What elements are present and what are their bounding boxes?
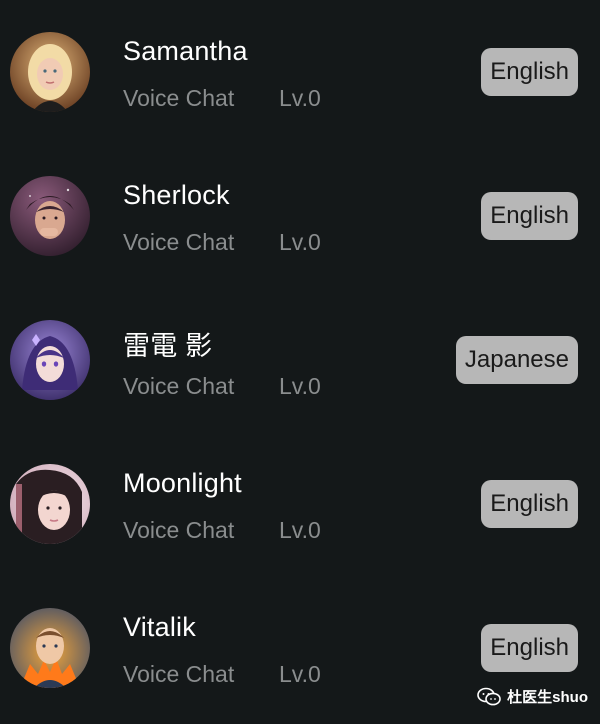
language-badge[interactable]: English (481, 624, 578, 672)
language-badge[interactable]: English (481, 48, 578, 96)
contact-name: 雷電 影 (123, 331, 213, 361)
language-badge[interactable]: Japanese (455, 336, 578, 384)
contact-level: Lv.0 (279, 661, 321, 687)
avatar-raiden-ei-icon (10, 320, 90, 400)
watermark: 杜医生shuo (477, 686, 588, 707)
contact-name: Sherlock (123, 180, 230, 210)
avatar-moonlight-icon (10, 464, 90, 544)
wechat-icon (477, 687, 501, 707)
contact-row-raiden-ei[interactable]: 雷電 影 Voice Chat Lv.0 Japanese (0, 288, 600, 432)
contact-name: Samantha (123, 36, 248, 66)
contact-list: Samantha Voice Chat Lv.0 English Sherloc… (0, 0, 600, 720)
language-badge[interactable]: English (481, 480, 578, 528)
contact-mode: Voice Chat (123, 229, 235, 255)
contact-level: Lv.0 (279, 229, 321, 255)
contact-mode: Voice Chat (123, 517, 235, 543)
watermark-text: 杜医生shuo (507, 689, 588, 706)
avatar-sherlock-icon (10, 176, 90, 256)
contact-row-samantha[interactable]: Samantha Voice Chat Lv.0 English (0, 0, 600, 144)
contact-row-moonlight[interactable]: Moonlight Voice Chat Lv.0 English (0, 432, 600, 576)
contact-mode: Voice Chat (123, 85, 235, 111)
contact-level: Lv.0 (279, 85, 321, 111)
contact-mode: Voice Chat (123, 661, 235, 687)
avatar-samantha-icon (10, 32, 90, 112)
contact-mode: Voice Chat (123, 373, 235, 399)
contact-level: Lv.0 (279, 373, 321, 399)
contact-name: Moonlight (123, 468, 242, 498)
contact-name: Vitalik (123, 612, 196, 642)
contact-row-sherlock[interactable]: Sherlock Voice Chat Lv.0 English (0, 144, 600, 288)
avatar-vitalik-icon (10, 608, 90, 688)
contact-level: Lv.0 (279, 517, 321, 543)
language-badge[interactable]: English (481, 192, 578, 240)
